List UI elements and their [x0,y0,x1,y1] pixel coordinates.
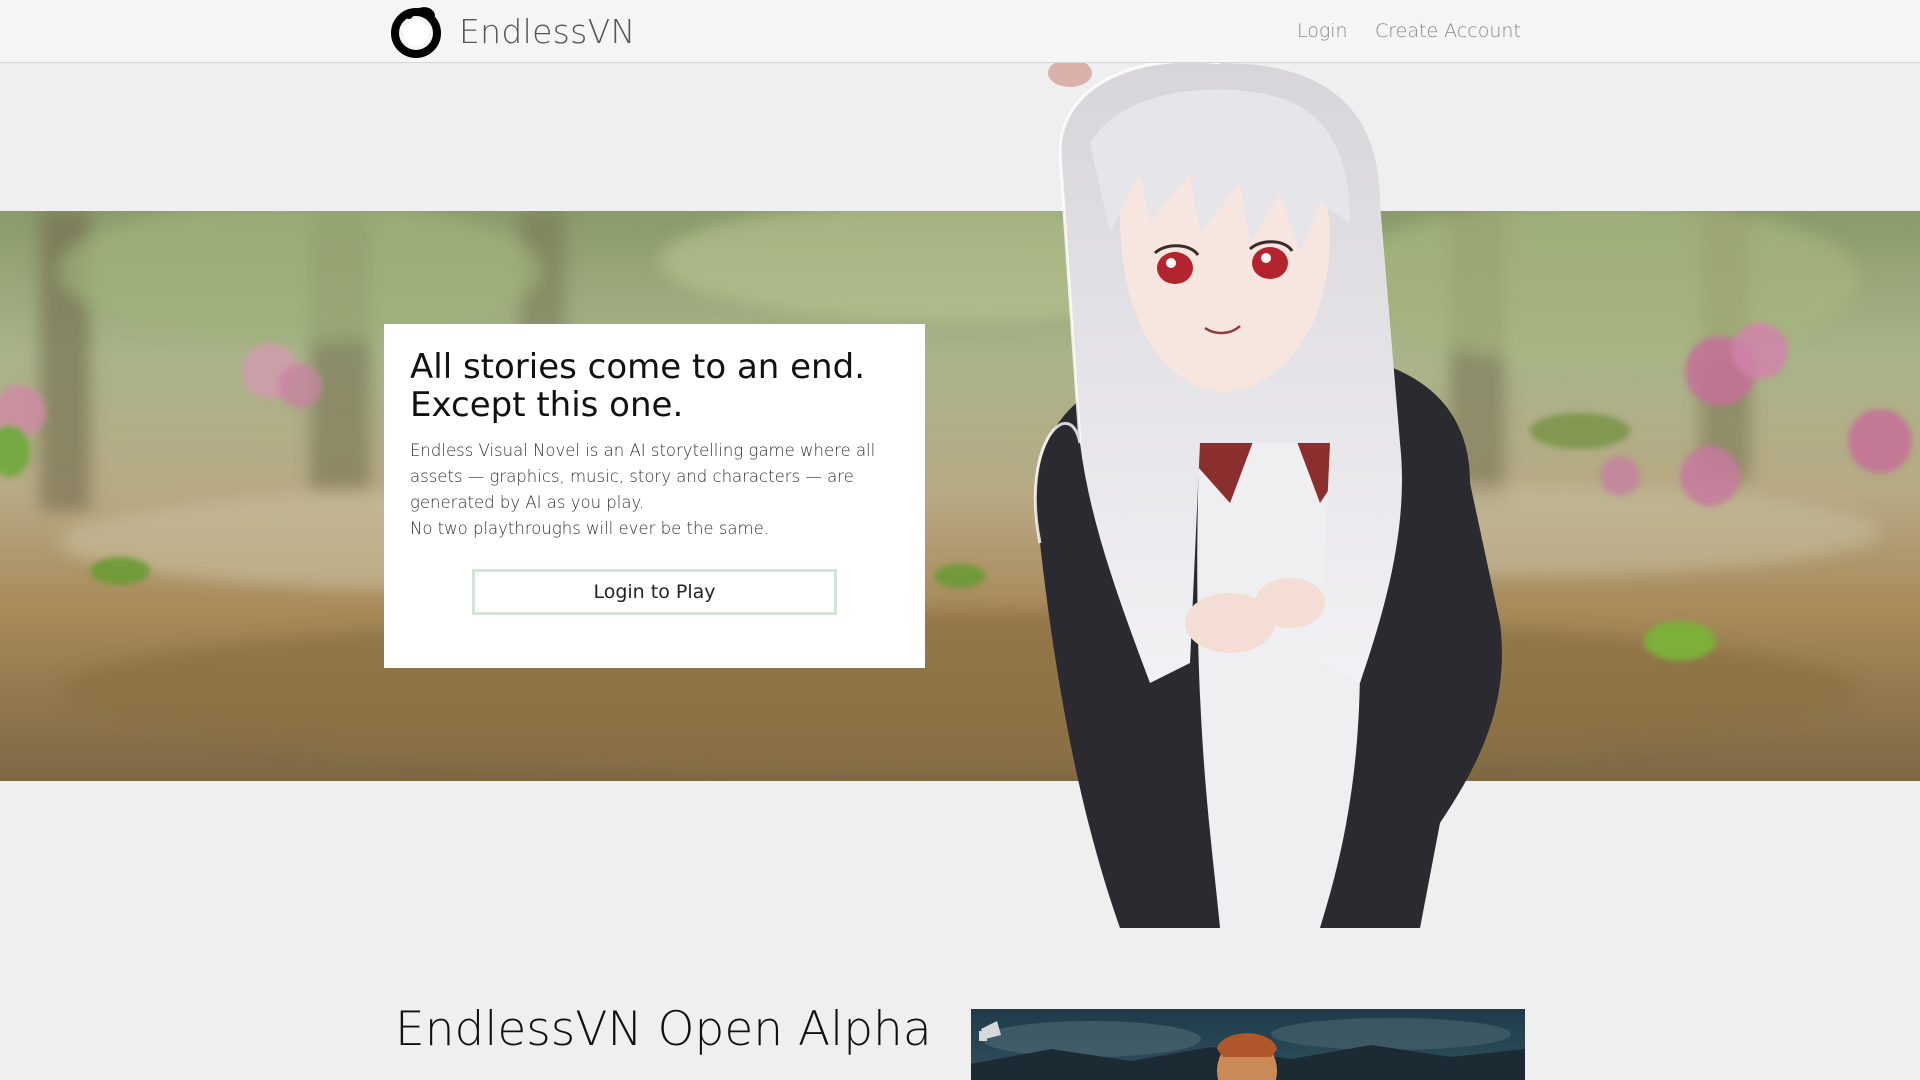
hero-card: All stories come to an end. Except this … [384,324,925,668]
hero-description-paragraph: Endless Visual Novel is an AI storytelli… [410,441,876,512]
brand-name[interactable]: EndlessVN [459,12,636,51]
hero-banner-image [0,211,1920,781]
ouroboros-logo-icon[interactable] [389,5,443,59]
login-to-play-button[interactable]: Login to Play [472,569,837,615]
anime-character-illustration [1000,59,1540,928]
hero-title: All stories come to an end. Except this … [410,348,899,424]
alpha-preview-image[interactable] [971,1009,1525,1080]
hero-title-line1: All stories come to an end. [410,347,865,387]
create-account-link[interactable]: Create Account [1375,20,1521,42]
hero-description-paragraph: No two playthroughs will ever be the sam… [410,519,769,538]
hero-title-line2: Except this one. [410,385,684,425]
section-title: EndlessVN Open Alpha [395,1002,932,1057]
login-link[interactable]: Login [1297,20,1348,42]
top-navbar: EndlessVN Login Create Account [0,0,1920,63]
hero-description: Endless Visual Novel is an AI storytelli… [410,438,899,542]
